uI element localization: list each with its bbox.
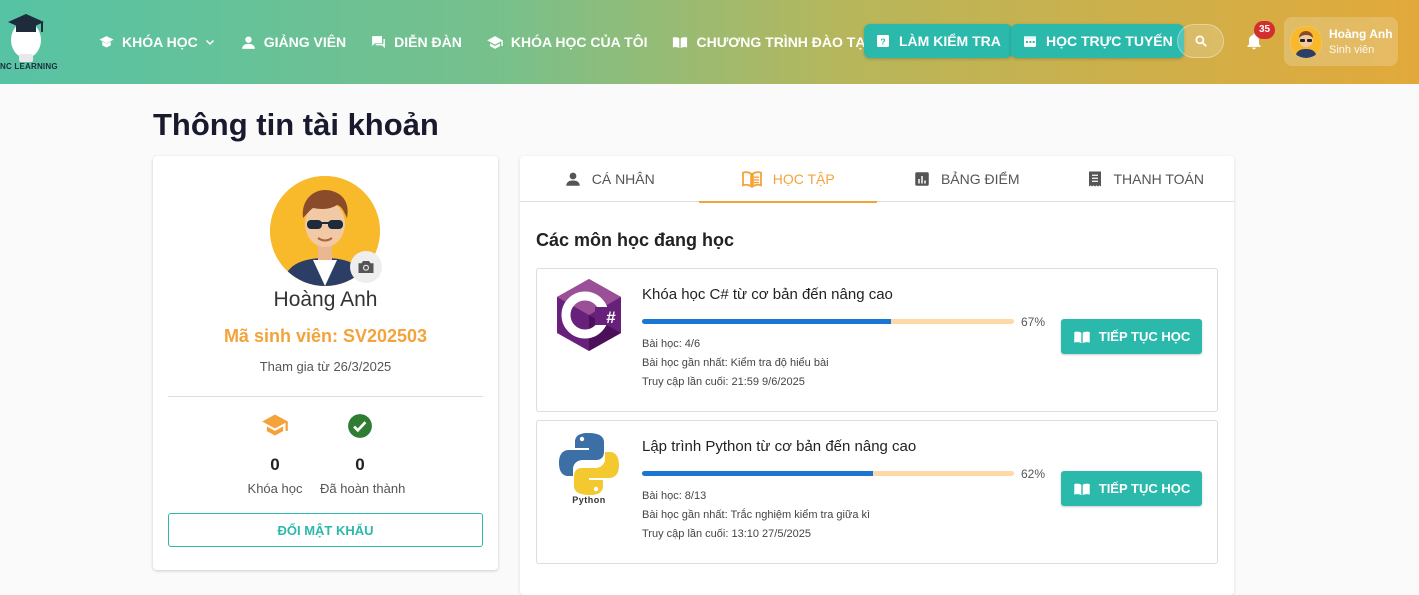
- continue-learning-button[interactable]: TIẾP TỤC HỌC: [1061, 319, 1202, 354]
- stat-completed-value: 0: [355, 455, 365, 474]
- continue-learning-button[interactable]: TIẾP TỤC HỌC: [1061, 471, 1202, 506]
- open-book-icon: [1074, 331, 1090, 343]
- svg-text:#: #: [606, 308, 616, 327]
- course-progress-fill: [642, 319, 892, 324]
- change-password-button[interactable]: ĐỔI MẬT KHẨU: [168, 513, 483, 547]
- change-avatar-button[interactable]: [350, 251, 382, 283]
- divider: [168, 396, 483, 397]
- nav-forum[interactable]: DIỄN ĐÀN: [370, 34, 462, 51]
- continue-learning-label: TIẾP TỤC HỌC: [1098, 329, 1191, 344]
- take-quiz-label: LÀM KIỂM TRA: [899, 33, 1001, 49]
- nav-training-program[interactable]: CHƯƠNG TRÌNH ĐÀO TẠO: [671, 34, 876, 51]
- avatar-icon: [1290, 25, 1322, 58]
- book-icon: [99, 35, 114, 47]
- course-card: Python Lập trình Python từ cơ bản đến nâ…: [536, 420, 1218, 564]
- calendar-icon: [1024, 36, 1036, 47]
- person-icon: [241, 35, 255, 49]
- quiz-icon: ?: [877, 35, 889, 47]
- nav-my-courses-label: KHÓA HỌC CỦA TÔI: [510, 34, 648, 50]
- camera-icon: [358, 261, 374, 273]
- course-title[interactable]: Khóa học C# từ cơ bản đến nâng cao: [642, 286, 893, 303]
- stat-completed-label: Đã hoàn thành: [320, 481, 406, 496]
- course-card: # Khóa học C# từ cơ bản đến nâng cao 67%…: [536, 268, 1218, 412]
- nav-courses-label: KHÓA HỌC: [122, 34, 198, 50]
- open-book-icon: [1074, 483, 1090, 495]
- tab-bar: CÁ NHÂN HỌC TẬP BẢNG ĐIỂM THANH TOÁN: [520, 156, 1235, 203]
- python-logo-text: Python: [572, 495, 606, 505]
- nav-instructors-label: GIẢNG VIÊN: [263, 34, 347, 50]
- stat-courses-label: Khóa học: [247, 481, 303, 496]
- student-id: Mã sinh viên: SV202503: [223, 326, 428, 346]
- python-logo-icon: [559, 433, 619, 495]
- online-learning-label: HỌC TRỰC TUYẾN: [1046, 33, 1173, 49]
- graduation-cap-icon: [487, 35, 503, 49]
- graduation-cap-icon: [262, 414, 288, 436]
- tab-payment[interactable]: THANH TOÁN: [1056, 156, 1235, 202]
- search-icon: [1194, 35, 1207, 47]
- top-navbar: NC LEARNING KHÓA HỌC GIẢNG VIÊN DIỄN ĐÀN…: [0, 0, 1419, 84]
- page-title: Thông tin tài khoản: [153, 107, 439, 142]
- join-date: Tham gia từ 26/3/2025: [259, 359, 392, 374]
- open-book-icon: [673, 36, 688, 48]
- stat-courses-value: 0: [270, 455, 280, 474]
- nav-my-courses[interactable]: KHÓA HỌC CỦA TÔI: [486, 34, 648, 51]
- course-lessons: Bài học: 8/13: [642, 490, 707, 502]
- course-last-lesson: Bài học gần nhất: Trắc nghiệm kiểm tra g…: [642, 509, 871, 521]
- open-book-icon: [741, 171, 762, 188]
- tab-grades-label: BẢNG ĐIỂM: [940, 171, 1020, 187]
- tab-personal[interactable]: CÁ NHÂN: [520, 156, 699, 202]
- csharp-logo-icon: #: [557, 279, 621, 351]
- course-title[interactable]: Lập trình Python từ cơ bản đến nâng cao: [642, 438, 916, 455]
- svg-text:?: ?: [880, 36, 885, 46]
- user-role: Sinh viên: [1329, 43, 1375, 56]
- section-title: Các môn học đang học: [536, 230, 735, 250]
- csharp-logo: #: [551, 277, 627, 353]
- account-tabs-panel: CÁ NHÂN HỌC TẬP BẢNG ĐIỂM THANH TOÁN Các…: [520, 156, 1234, 595]
- check-circle-icon: [348, 414, 372, 438]
- course-progress-bar: [642, 471, 1014, 476]
- user-name: Hoàng Anh: [1329, 26, 1393, 41]
- stat-courses: 0 Khóa học: [235, 413, 315, 496]
- online-learning-button[interactable]: HỌC TRỰC TUYẾN: [1011, 24, 1184, 58]
- tab-personal-label: CÁ NHÂN: [591, 171, 655, 187]
- tab-learning[interactable]: HỌC TẬP: [698, 156, 878, 203]
- nav-forum-label: DIỄN ĐÀN: [394, 34, 462, 50]
- course-progress-fill: [642, 471, 873, 476]
- profile-card: Hoàng Anh Mã sinh viên: SV202503 Tham gi…: [153, 156, 498, 570]
- bar-chart-icon: [915, 172, 929, 186]
- person-icon: [565, 172, 580, 186]
- stat-completed: 0 Đã hoàn thành: [320, 413, 406, 496]
- course-progress-label: 67%: [1021, 315, 1046, 329]
- tab-payment-label: THANH TOÁN: [1113, 171, 1205, 187]
- tab-grades[interactable]: BẢNG ĐIỂM: [877, 156, 1056, 202]
- user-menu[interactable]: Hoàng Anh Sinh viên: [1284, 17, 1398, 66]
- course-last-access: Truy cập lần cuối: 13:10 27/5/2025: [642, 528, 811, 540]
- user-avatar: [1290, 25, 1322, 58]
- notification-badge: 35: [1254, 21, 1276, 39]
- course-progress-bar: [642, 319, 1014, 324]
- forum-icon: [372, 35, 386, 48]
- take-quiz-button[interactable]: ? LÀM KIỂM TRA: [864, 24, 1012, 58]
- nav-instructors[interactable]: GIẢNG VIÊN: [240, 34, 346, 51]
- course-lessons: Bài học: 4/6: [642, 338, 701, 350]
- search-button[interactable]: [1177, 24, 1224, 58]
- course-last-lesson: Bài học gần nhất: Kiểm tra độ hiểu bài: [642, 357, 829, 369]
- receipt-icon: [1088, 171, 1101, 187]
- main-nav: KHÓA HỌC GIẢNG VIÊN DIỄN ĐÀN KHÓA HỌC CỦ…: [98, 0, 900, 84]
- brand-name: NC LEARNING: [0, 62, 58, 71]
- course-last-access: Truy cập lần cuối: 21:59 9/6/2025: [642, 376, 805, 388]
- python-logo: Python: [551, 429, 627, 505]
- nav-training-program-label: CHƯƠNG TRÌNH ĐÀO TẠO: [696, 34, 877, 50]
- profile-name: Hoàng Anh: [273, 288, 378, 311]
- course-progress-label: 62%: [1021, 467, 1046, 481]
- nav-courses[interactable]: KHÓA HỌC: [98, 34, 216, 51]
- chevron-down-icon: [205, 39, 214, 46]
- tab-learning-label: HỌC TẬP: [772, 171, 835, 187]
- continue-learning-label: TIẾP TỤC HỌC: [1098, 481, 1191, 496]
